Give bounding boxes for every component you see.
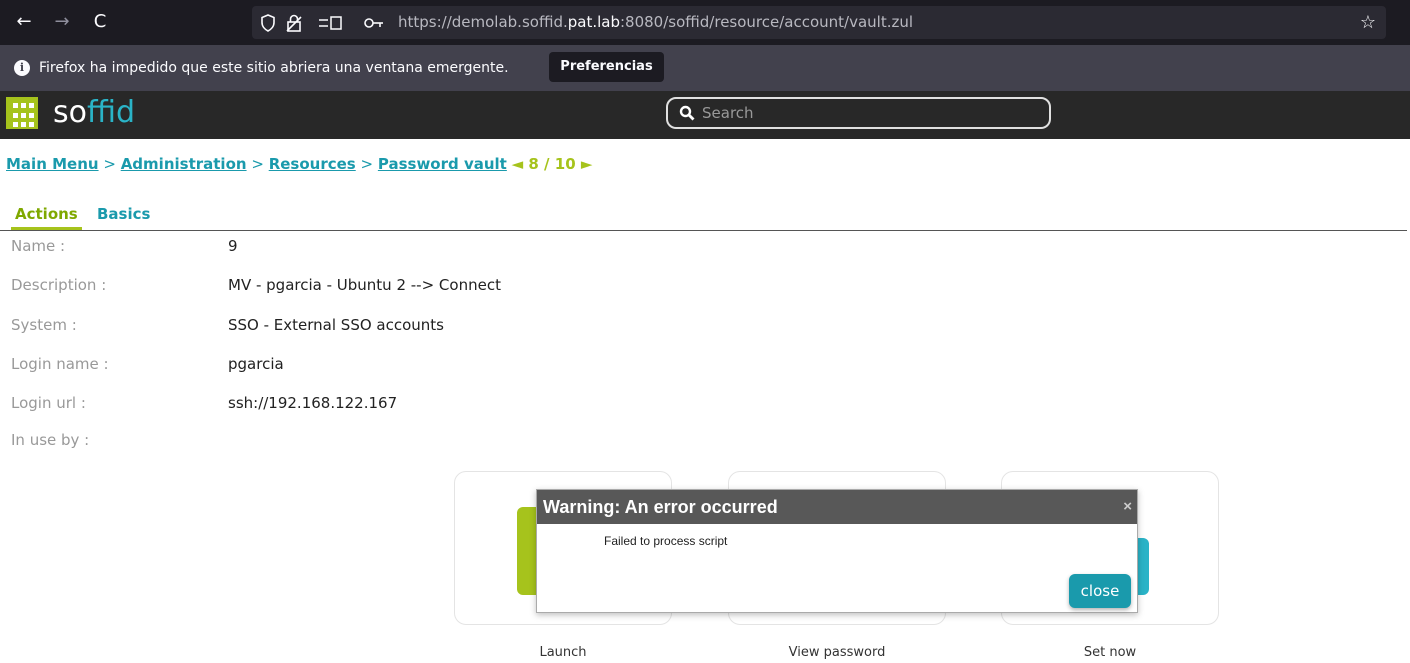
breadcrumb-resources[interactable]: Resources bbox=[269, 155, 356, 173]
url-bar[interactable]: https://demolab.soffid.pat.lab:8080/soff… bbox=[252, 6, 1386, 39]
tab-basics[interactable]: Basics bbox=[97, 204, 150, 230]
popup-blocked-notification: i Firefox ha impedido que este sitio abr… bbox=[0, 45, 1410, 91]
breadcrumb-separator: > bbox=[251, 155, 264, 173]
preferences-button[interactable]: Preferencias bbox=[549, 52, 664, 82]
search-box[interactable] bbox=[666, 97, 1051, 129]
system-label: System : bbox=[11, 316, 77, 334]
description-label: Description : bbox=[11, 276, 107, 294]
logo-part-so: so bbox=[53, 95, 87, 130]
url-host: pat.lab bbox=[567, 13, 620, 31]
dialog-close-icon[interactable]: × bbox=[1123, 498, 1132, 515]
error-dialog: Warning: An error occurred × Failed to p… bbox=[536, 489, 1138, 613]
name-label: Name : bbox=[11, 237, 66, 255]
info-icon: i bbox=[14, 60, 30, 76]
tab-actions[interactable]: Actions bbox=[11, 204, 82, 230]
reload-icon[interactable]: C bbox=[88, 10, 112, 34]
breadcrumb-separator: > bbox=[360, 155, 374, 173]
name-value: 9 bbox=[228, 237, 238, 255]
login-name-value: pgarcia bbox=[228, 355, 284, 373]
dialog-title: Warning: An error occurred bbox=[537, 490, 1137, 524]
back-icon[interactable]: ← bbox=[12, 10, 36, 34]
description-value: MV - pgarcia - Ubuntu 2 --> Connect bbox=[228, 276, 501, 294]
url-text[interactable]: https://demolab.soffid.pat.lab:8080/soff… bbox=[398, 6, 913, 39]
breadcrumb-password-vault[interactable]: Password vault bbox=[378, 155, 507, 173]
breadcrumb-main-menu[interactable]: Main Menu bbox=[6, 155, 99, 173]
search-input[interactable] bbox=[700, 102, 1040, 124]
breadcrumb-administration[interactable]: Administration bbox=[121, 155, 247, 173]
set-now-label: Set now bbox=[1083, 645, 1137, 660]
in-use-by-label: In use by : bbox=[11, 431, 90, 449]
dialog-message: Failed to process script bbox=[604, 534, 728, 548]
browser-toolbar: ← → C https://demolab.soffid.pat.lab:808… bbox=[0, 0, 1410, 45]
notification-text: Firefox ha impedido que este sitio abrie… bbox=[39, 60, 509, 76]
insecure-lock-icon[interactable] bbox=[286, 14, 302, 32]
soffid-logo[interactable]: soffid bbox=[53, 94, 135, 132]
shield-icon[interactable] bbox=[260, 14, 276, 32]
breadcrumb: Main Menu > Administration > Resources >… bbox=[6, 155, 592, 173]
permissions-icon[interactable] bbox=[318, 15, 344, 31]
forward-icon[interactable]: → bbox=[50, 10, 74, 34]
url-suffix: :8080/soffid/resource/account/vault.zul bbox=[620, 13, 914, 31]
logo-part-ffid: ffid bbox=[86, 95, 136, 130]
key-icon[interactable] bbox=[364, 16, 384, 30]
breadcrumb-separator: > bbox=[103, 155, 116, 173]
login-url-value: ssh://192.168.122.167 bbox=[228, 394, 398, 412]
search-icon bbox=[679, 105, 695, 121]
system-value: SSO - External SSO accounts bbox=[228, 316, 444, 334]
launch-label: Launch bbox=[539, 645, 587, 660]
record-pager[interactable]: ◄ 8 / 10 ► bbox=[512, 155, 593, 173]
close-button[interactable]: close bbox=[1069, 574, 1131, 608]
login-name-label: Login name : bbox=[11, 355, 109, 373]
url-prefix: https://demolab.soffid. bbox=[398, 13, 568, 31]
view-password-label: View password bbox=[788, 645, 886, 660]
apps-grid-icon[interactable] bbox=[6, 97, 38, 129]
login-url-label: Login url : bbox=[11, 394, 86, 412]
app-header: soffid bbox=[0, 91, 1410, 139]
bookmark-star-icon[interactable]: ☆ bbox=[1360, 6, 1376, 39]
tab-bar: Actions Basics bbox=[0, 204, 1407, 231]
